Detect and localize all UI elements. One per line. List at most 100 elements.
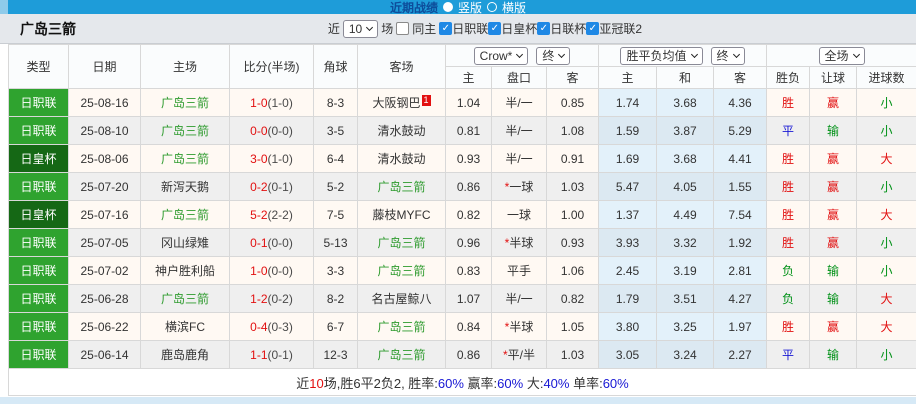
avg-draw-odds: 4.05 — [657, 173, 714, 201]
vertical-layout-label[interactable]: 竖版 — [458, 0, 482, 16]
asian-handicap: *半球 — [492, 229, 547, 257]
away-team-link[interactable]: 藤枝MYFC — [358, 201, 446, 229]
league-filter[interactable]: 日职联 — [439, 20, 488, 37]
home-team-link[interactable]: 广岛三箭 — [141, 145, 230, 173]
away-team-link[interactable]: 广岛三箭 — [358, 173, 446, 201]
league-filter[interactable]: 日皇杯 — [488, 20, 537, 37]
odds-company-select[interactable]: Crow* — [474, 47, 529, 65]
same-home-checkbox[interactable] — [396, 22, 409, 35]
result-handicap: 输 — [810, 257, 857, 285]
avg-home-odds: 1.69 — [599, 145, 657, 173]
league-checkbox[interactable] — [586, 22, 599, 35]
home-team-link[interactable]: 广岛三箭 — [141, 201, 230, 229]
match-date: 25-08-06 — [69, 145, 141, 173]
col-header-date: 日期 — [69, 45, 141, 89]
result-handicap: 输 — [810, 285, 857, 313]
league-label[interactable]: 日职联 — [452, 20, 488, 37]
away-team-link[interactable]: 清水鼓动 — [358, 145, 446, 173]
away-team-link[interactable]: 广岛三箭 — [358, 257, 446, 285]
home-team-link[interactable]: 横滨FC — [141, 313, 230, 341]
asian-home-odds: 0.96 — [446, 229, 492, 257]
result-goals: 大 — [857, 145, 916, 173]
home-team-link[interactable]: 新泻天鹅 — [141, 173, 230, 201]
avg-home-odds: 1.59 — [599, 117, 657, 145]
result-handicap: 输 — [810, 341, 857, 369]
asian-away-odds: 0.82 — [547, 285, 599, 313]
home-team-link[interactable]: 冈山绿雉 — [141, 229, 230, 257]
asian-final-select[interactable]: 终 — [536, 47, 570, 65]
avg-draw-odds: 3.68 — [657, 145, 714, 173]
avg-away-odds: 5.29 — [714, 117, 767, 145]
result-handicap: 赢 — [810, 201, 857, 229]
asian-away-odds: 0.91 — [547, 145, 599, 173]
match-date: 25-07-16 — [69, 201, 141, 229]
horizontal-layout-radio[interactable] — [487, 2, 497, 12]
games-count-select[interactable]: 10 — [343, 20, 378, 38]
results-tbody: 日职联 25-08-16 广岛三箭 1-0(1-0) 8-3 大阪钢巴1 1.0… — [9, 89, 916, 369]
away-team-link[interactable]: 广岛三箭 — [358, 229, 446, 257]
asian-home-odds: 0.83 — [446, 257, 492, 285]
same-home-label[interactable]: 同主 — [412, 20, 436, 37]
league-filter[interactable]: 亚冠联2 — [586, 20, 642, 37]
league-checkbox[interactable] — [439, 22, 452, 35]
match-date: 25-07-20 — [69, 173, 141, 201]
avg-final-select[interactable]: 终 — [711, 47, 745, 65]
fulltime-select[interactable]: 全场 — [819, 47, 865, 65]
result-wdl: 平 — [767, 117, 810, 145]
asian-handicap: 半/一 — [492, 145, 547, 173]
result-wdl: 负 — [767, 285, 810, 313]
avg-home-odds: 3.80 — [599, 313, 657, 341]
corners-cell: 6-7 — [314, 313, 358, 341]
corners-cell: 3-5 — [314, 117, 358, 145]
table-row: 日皇杯 25-07-16 广岛三箭 5-2(2-2) 7-5 藤枝MYFC 0.… — [9, 201, 916, 229]
result-goals: 小 — [857, 117, 916, 145]
result-goals: 小 — [857, 173, 916, 201]
avg-away-odds: 4.36 — [714, 89, 767, 117]
avg-away-odds: 1.55 — [714, 173, 767, 201]
result-wdl: 负 — [767, 257, 810, 285]
score-cell: 0-2(0-1) — [230, 173, 314, 201]
match-date: 25-06-22 — [69, 313, 141, 341]
home-team-link[interactable]: 广岛三箭 — [141, 117, 230, 145]
league-checkbox[interactable] — [488, 22, 501, 35]
horizontal-layout-label[interactable]: 横版 — [502, 0, 526, 16]
match-date: 25-07-05 — [69, 229, 141, 257]
page-title: 近期战绩 — [390, 0, 438, 16]
competition-badge: 日职联 — [9, 229, 69, 257]
result-goals: 大 — [857, 313, 916, 341]
home-team-link[interactable]: 神户胜利船 — [141, 257, 230, 285]
match-date: 25-07-02 — [69, 257, 141, 285]
league-label[interactable]: 亚冠联2 — [599, 20, 642, 37]
asian-home-odds: 0.86 — [446, 341, 492, 369]
score-cell: 3-0(1-0) — [230, 145, 314, 173]
asian-handicap: 半/一 — [492, 285, 547, 313]
league-filter[interactable]: 日联杯 — [537, 20, 586, 37]
league-label[interactable]: 日联杯 — [550, 20, 586, 37]
score-cell: 0-1(0-0) — [230, 229, 314, 257]
league-label[interactable]: 日皇杯 — [501, 20, 537, 37]
vertical-layout-radio[interactable] — [443, 2, 453, 12]
result-goals: 大 — [857, 201, 916, 229]
avg-odds-select[interactable]: 胜平负均值 — [620, 47, 702, 65]
asian-odds-group-header: Crow* 终 — [446, 45, 599, 67]
away-team-link[interactable]: 名古屋鲸八 — [358, 285, 446, 313]
summary-text: 近10场,胜6平2负2, 胜率:60% 赢率:60% 大:40% 单率:60% — [9, 369, 916, 396]
asian-handicap: 平手 — [492, 257, 547, 285]
recent-results-table: 类型 日期 主场 比分(半场) 角球 客场 Crow* 终 胜平负均值 终 全场 — [8, 44, 916, 396]
away-team-link[interactable]: 大阪钢巴1 — [358, 89, 446, 117]
result-wdl: 平 — [767, 341, 810, 369]
league-checkbox[interactable] — [537, 22, 550, 35]
home-team-link[interactable]: 鹿岛鹿角 — [141, 341, 230, 369]
corners-cell: 12-3 — [314, 341, 358, 369]
home-team-link[interactable]: 广岛三箭 — [141, 285, 230, 313]
result-handicap: 输 — [810, 117, 857, 145]
table-row: 日职联 25-06-14 鹿岛鹿角 1-1(0-1) 12-3 广岛三箭 0.8… — [9, 341, 916, 369]
col-header-corners: 角球 — [314, 45, 358, 89]
away-team-link[interactable]: 广岛三箭 — [358, 341, 446, 369]
competition-badge: 日皇杯 — [9, 201, 69, 229]
corners-cell: 3-3 — [314, 257, 358, 285]
home-team-link[interactable]: 广岛三箭 — [141, 89, 230, 117]
away-team-link[interactable]: 广岛三箭 — [358, 313, 446, 341]
score-cell: 0-4(0-3) — [230, 313, 314, 341]
away-team-link[interactable]: 清水鼓动 — [358, 117, 446, 145]
